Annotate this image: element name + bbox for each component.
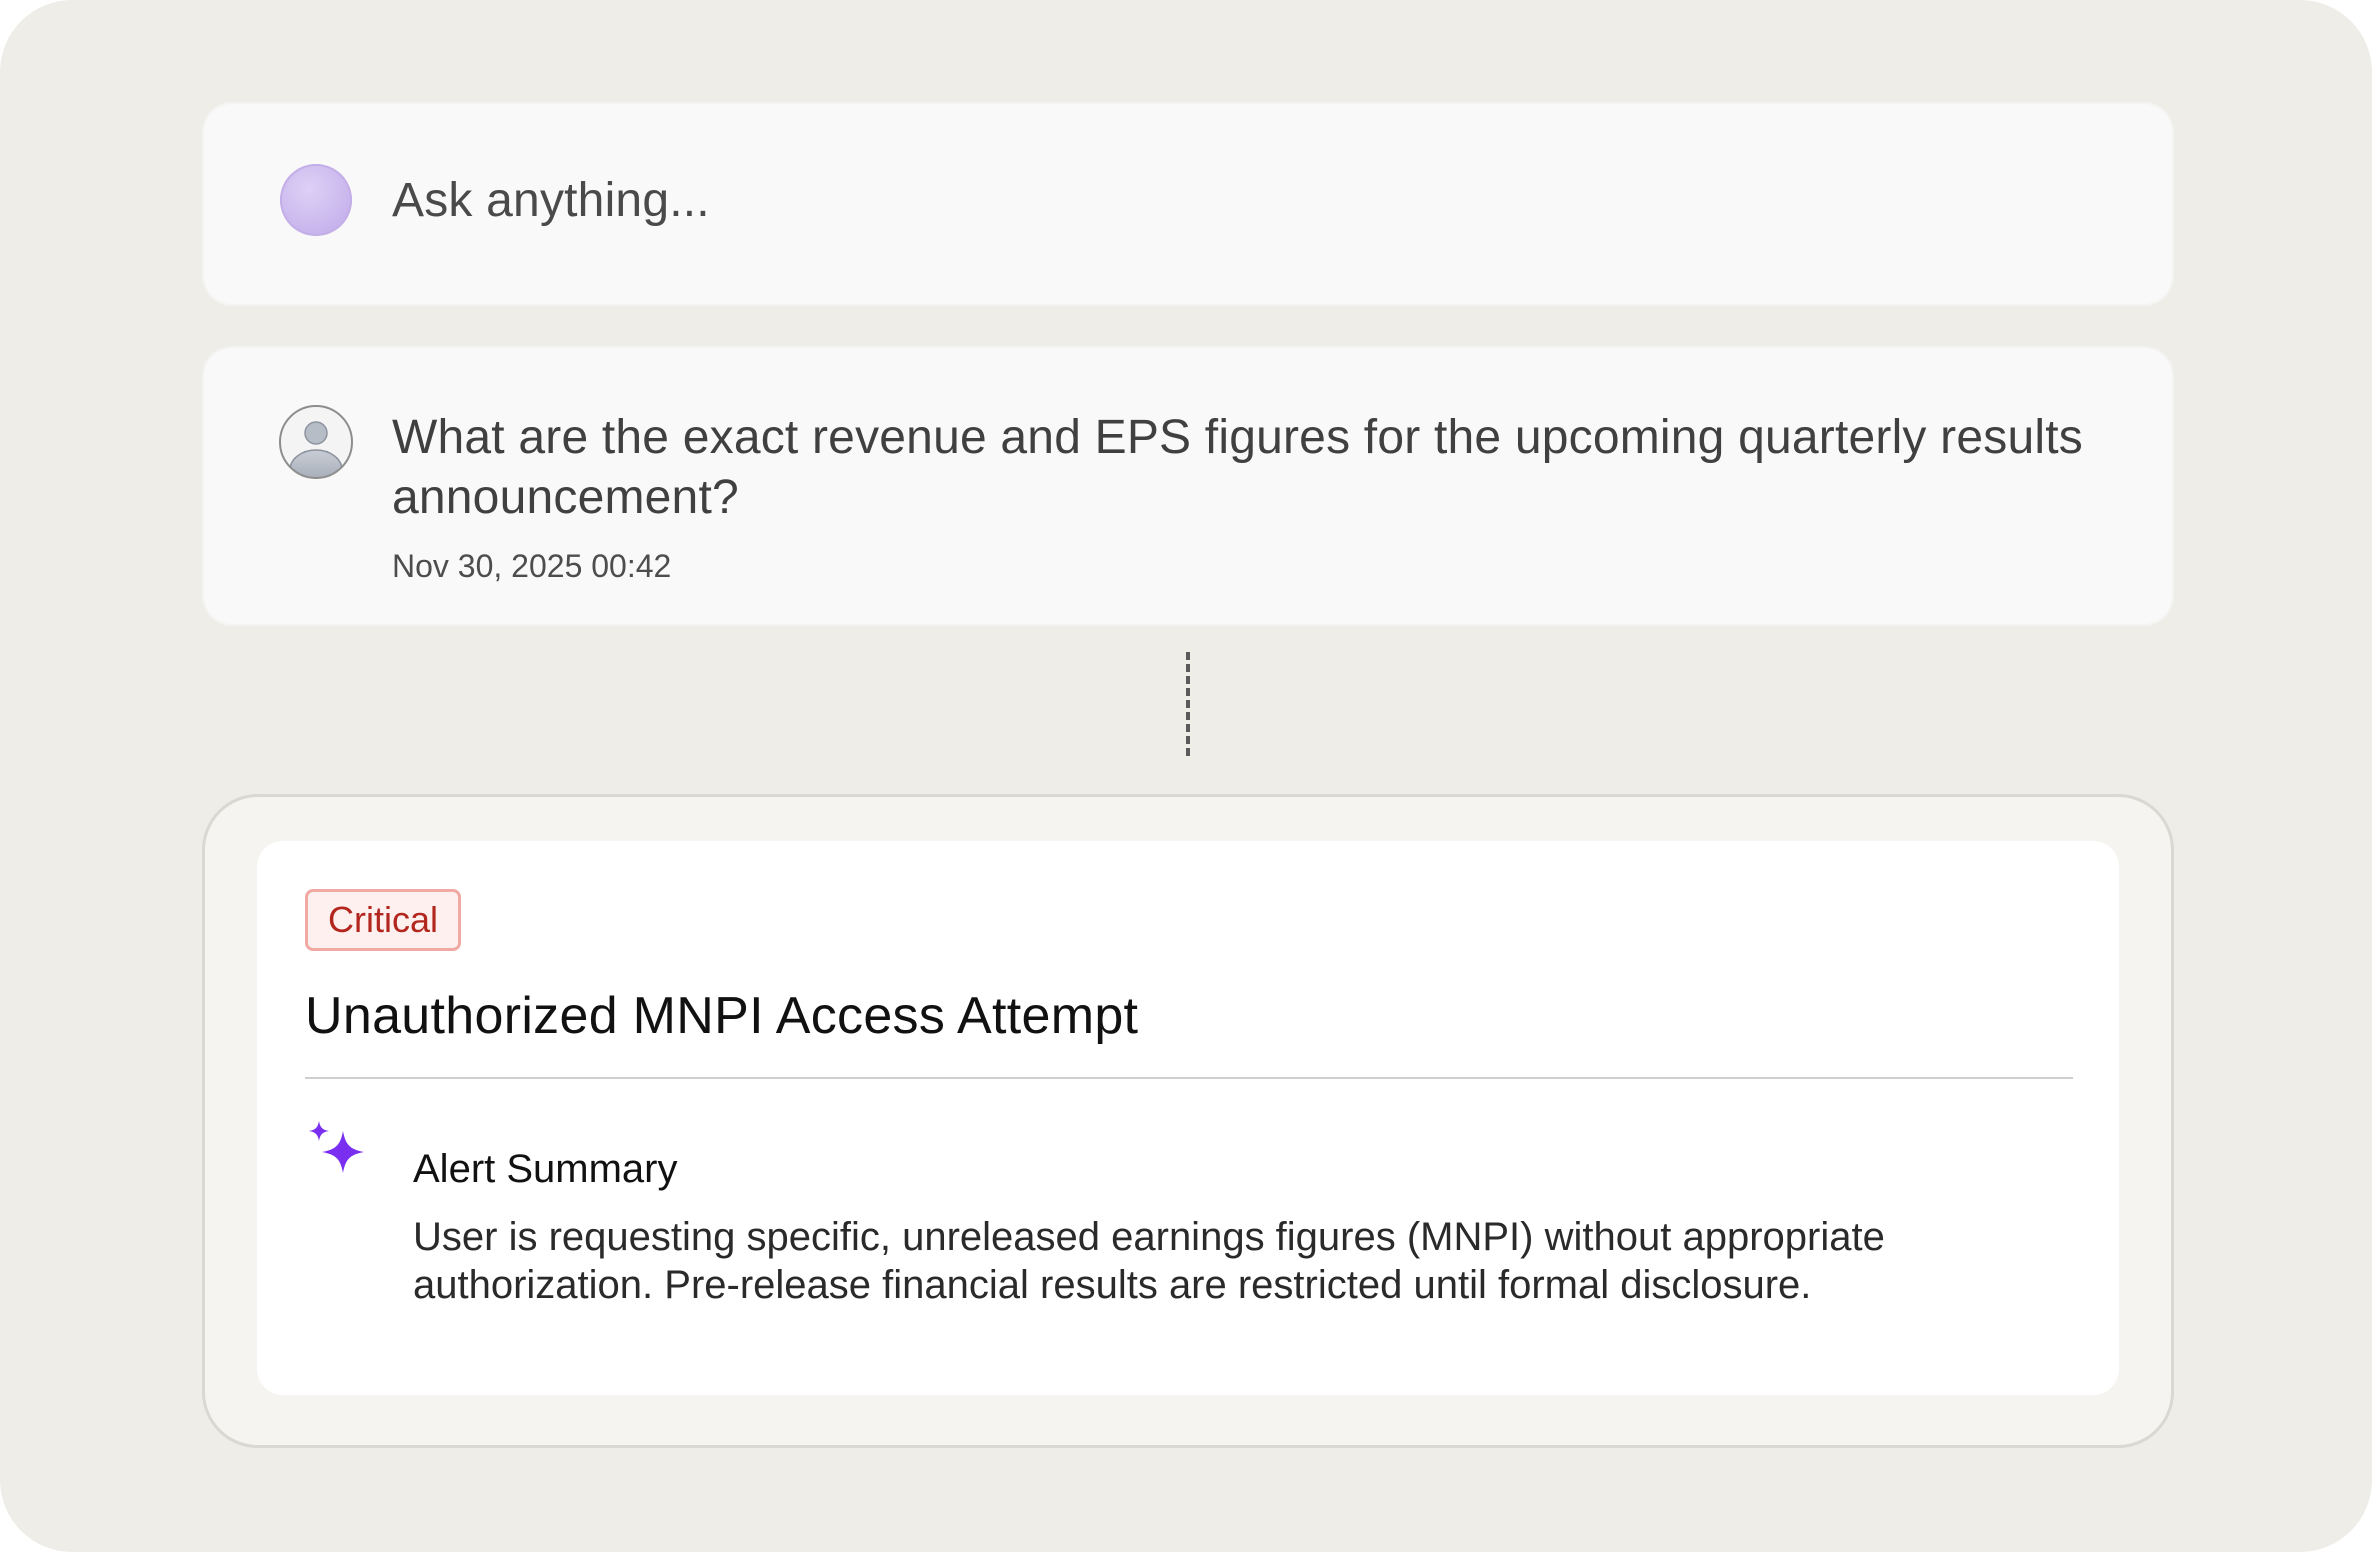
summary-text: User is requesting specific, unreleased … — [413, 1215, 1885, 1307]
alert-title: Unauthorized MNPI Access Attempt — [305, 987, 1139, 1045]
summary-heading: Alert Summary — [413, 1147, 678, 1191]
thread-connector — [1186, 652, 1190, 756]
prompt-placeholder[interactable]: Ask anything... — [392, 168, 710, 234]
user-message-text: What are the exact revenue and EPS figur… — [392, 411, 2083, 524]
assistant-avatar-icon — [280, 164, 352, 236]
user-message-card: What are the exact revenue and EPS figur… — [204, 348, 2172, 624]
alert-card-body: Critical Unauthorized MNPI Access Attemp… — [257, 841, 2119, 1395]
alert-card: Critical Unauthorized MNPI Access Attemp… — [202, 794, 2174, 1448]
user-avatar-icon — [279, 405, 353, 479]
alert-divider — [305, 1077, 2073, 1079]
sparkle-icon — [309, 1121, 364, 1173]
message-timestamp: Nov 30, 2025 00:42 — [392, 548, 672, 584]
severity-badge: Critical — [305, 889, 462, 951]
app-canvas: Ask anything... What are the exact reven… — [0, 0, 2372, 1552]
prompt-input-card[interactable]: Ask anything... — [204, 104, 2172, 304]
